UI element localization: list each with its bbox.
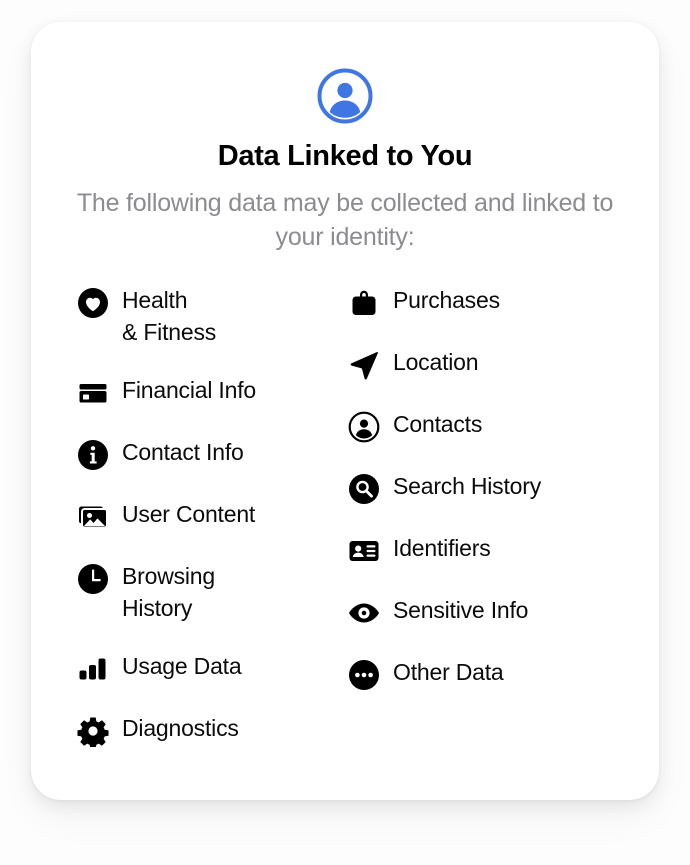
list-item-label: Contacts <box>393 411 483 437</box>
data-categories-right-column: Purchases Location Contacts Search Histo… <box>331 284 659 774</box>
person-circle-outline-icon <box>347 410 381 444</box>
list-item-label: Usage Data <box>122 653 242 679</box>
photos-stack-icon <box>76 500 110 534</box>
data-linked-to-you-card: Data Linked to You The following data ma… <box>31 22 659 800</box>
data-categories-left-column: Health & Fitness Financial Info Contact … <box>31 284 331 774</box>
list-item-diagnostics: Diagnostics <box>76 712 331 748</box>
card-header: Data Linked to You The following data ma… <box>31 22 659 254</box>
list-item-label: Identifiers <box>393 535 491 561</box>
list-item-user-content: User Content <box>76 498 331 534</box>
list-item-purchases: Purchases <box>347 284 659 320</box>
credit-card-icon <box>76 376 110 410</box>
list-item-sensitive-info: Sensitive Info <box>347 594 659 630</box>
list-item-label: Health & Fitness <box>122 287 217 345</box>
list-item-label: Search History <box>393 473 542 499</box>
shopping-bag-icon <box>347 286 381 320</box>
list-item-contact-info: Contact Info <box>76 436 331 472</box>
list-item-browsing-history: Browsing History <box>76 560 331 624</box>
page-title: Data Linked to You <box>217 140 473 172</box>
ellipsis-circle-icon <box>347 658 381 692</box>
list-item-label: Contact Info <box>122 439 244 465</box>
gear-icon <box>76 714 110 748</box>
data-categories-columns: Health & Fitness Financial Info Contact … <box>31 284 659 774</box>
list-item-label: Purchases <box>393 287 500 313</box>
list-item-label: Sensitive Info <box>393 597 529 623</box>
list-item-label: Location <box>393 349 479 375</box>
id-card-icon <box>347 534 381 568</box>
info-circle-icon <box>76 438 110 472</box>
list-item-label: Financial Info <box>122 377 256 403</box>
list-item-label: Other Data <box>393 659 504 685</box>
list-item-other-data: Other Data <box>347 656 659 692</box>
person-circle-icon <box>316 67 374 125</box>
list-item-identifiers: Identifiers <box>347 532 659 568</box>
clock-icon <box>76 562 110 596</box>
privacy-nutrition-label-page: Data Linked to You The following data ma… <box>0 0 690 865</box>
list-item-financial-info: Financial Info <box>76 374 331 410</box>
list-item-label: Browsing History <box>122 563 215 621</box>
navigation-arrow-icon <box>347 348 381 382</box>
bar-chart-icon <box>76 652 110 686</box>
list-item-health-fitness: Health & Fitness <box>76 284 331 348</box>
list-item-label: Diagnostics <box>122 715 239 741</box>
search-circle-icon <box>347 472 381 506</box>
list-item-location: Location <box>347 346 659 382</box>
eye-icon <box>347 596 381 630</box>
card-subtitle: The following data may be collected and … <box>76 188 614 251</box>
list-item-usage-data: Usage Data <box>76 650 331 686</box>
list-item-label: User Content <box>122 501 256 527</box>
heart-circle-icon <box>76 286 110 320</box>
list-item-contacts: Contacts <box>347 408 659 444</box>
list-item-search-history: Search History <box>347 470 659 506</box>
